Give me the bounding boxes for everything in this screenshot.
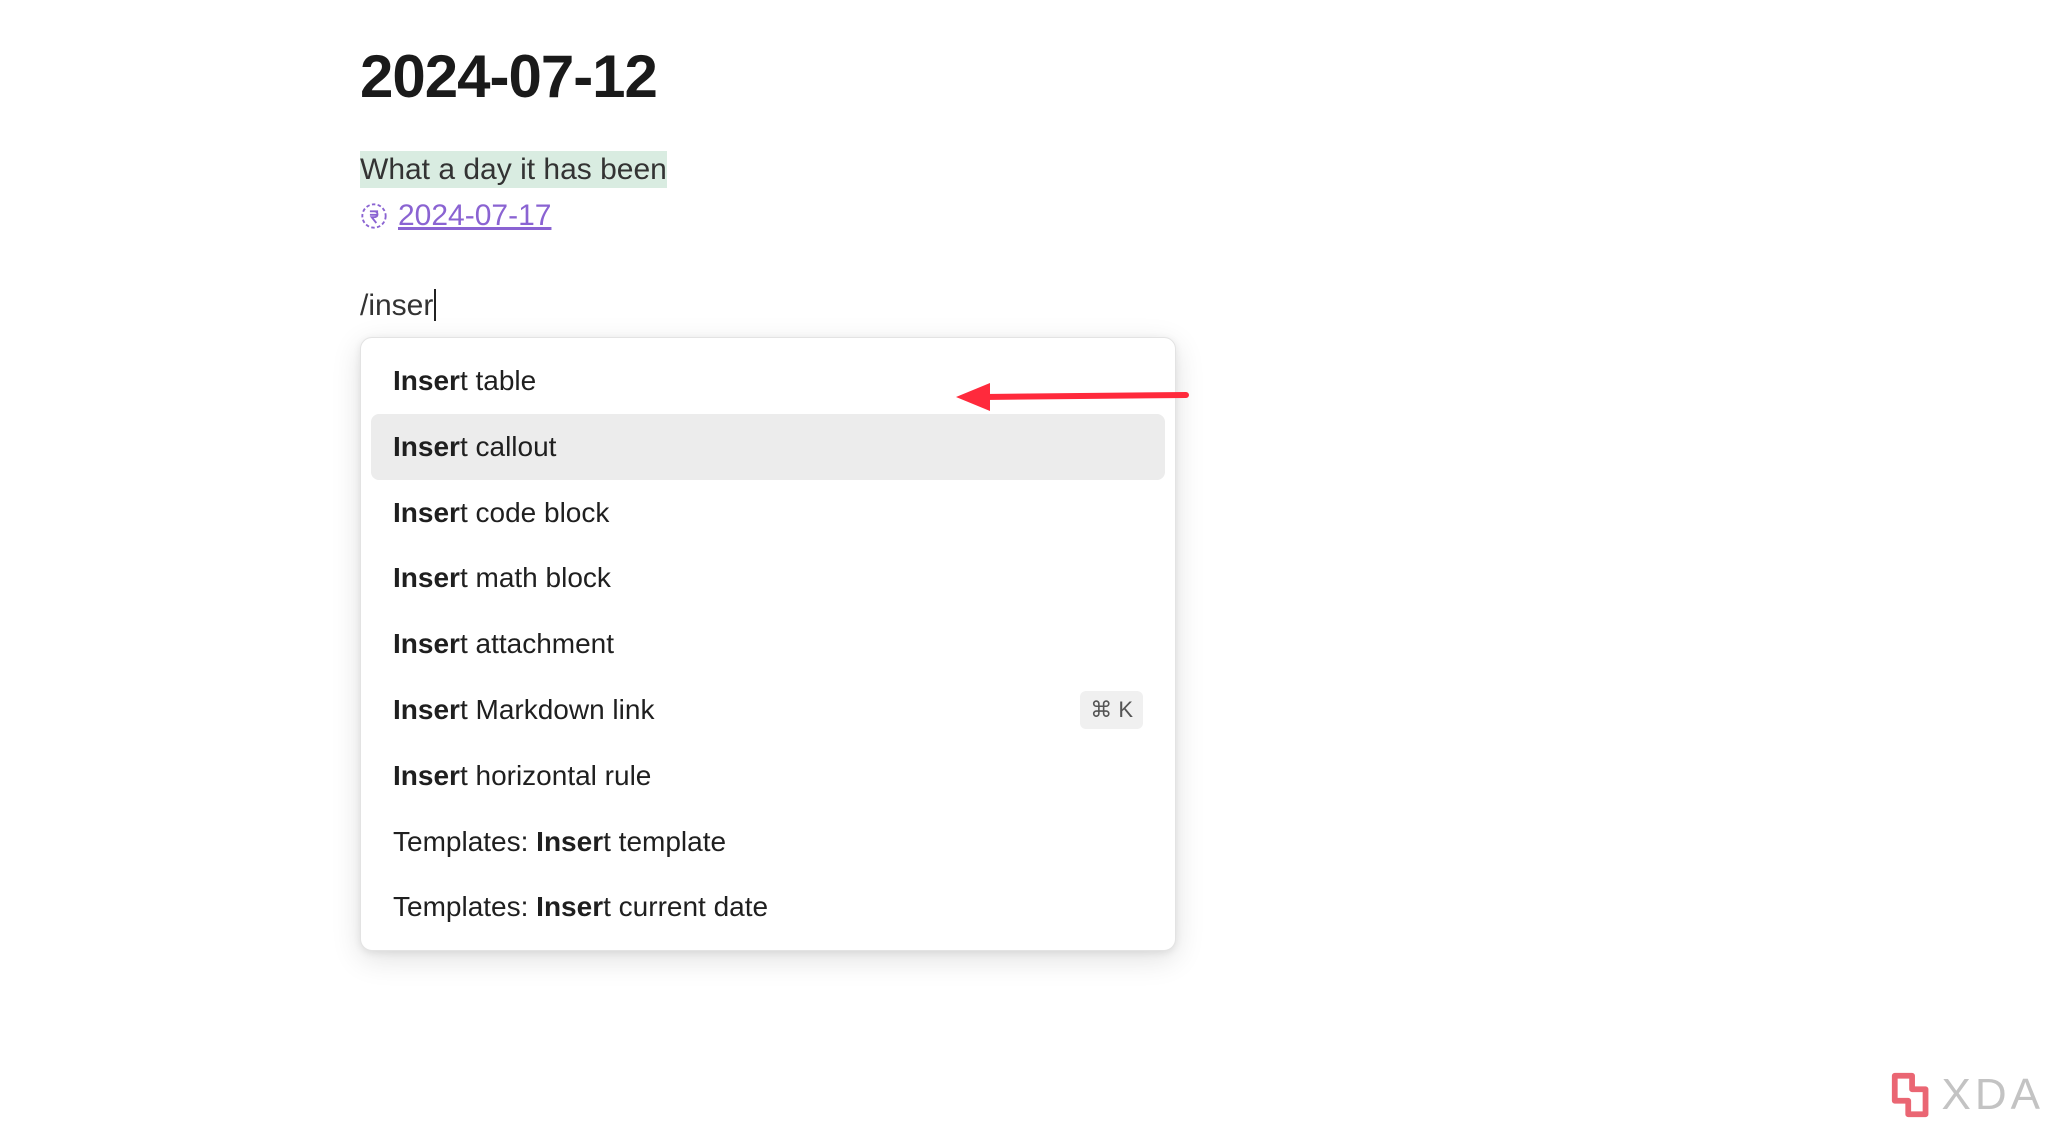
editor-content: 2024-07-12 What a day it has been 2024-0…	[0, 0, 2062, 323]
watermark: XDA	[1888, 1070, 2044, 1120]
menu-item-label: Insert attachment	[393, 625, 614, 663]
menu-item-1[interactable]: Insert callout	[371, 414, 1165, 480]
menu-item-label: Insert Markdown link	[393, 691, 654, 729]
watermark-text: XDA	[1942, 1070, 2044, 1120]
menu-item-7[interactable]: Templates: Insert template	[371, 809, 1165, 875]
menu-item-label: Insert table	[393, 362, 536, 400]
text-cursor	[434, 289, 436, 321]
menu-item-label: Templates: Insert current date	[393, 888, 768, 926]
menu-item-3[interactable]: Insert math block	[371, 545, 1165, 611]
page-title: 2024-07-12	[360, 42, 2062, 111]
command-input-wrapper: /inser Insert tableInsert calloutInsert …	[360, 289, 2062, 323]
watermark-icon	[1888, 1070, 1940, 1120]
menu-item-4[interactable]: Insert attachment	[371, 611, 1165, 677]
command-palette: Insert table Insert callout Insert code bl…	[360, 337, 1176, 951]
menu-item-5[interactable]: Insert Markdown link ⌘ K	[371, 677, 1165, 743]
menu-item-0[interactable]: Insert table	[371, 348, 1165, 414]
slash-text: /inser	[360, 289, 433, 322]
menu-item-label: Insert callout	[393, 428, 556, 466]
keyboard-shortcut: ⌘ K	[1080, 691, 1143, 729]
menu-item-label: Insert horizontal rule	[393, 757, 651, 795]
date-link[interactable]: 2024-07-17	[398, 199, 551, 233]
internal-link-row[interactable]: 2024-07-17	[360, 199, 2062, 233]
menu-item-2[interactable]: Insert code block	[371, 480, 1165, 546]
text-block[interactable]: What a day it has been	[360, 153, 2062, 187]
menu-item-label: Insert code block	[393, 494, 609, 532]
rupee-icon	[360, 202, 388, 230]
menu-item-label: Insert math block	[393, 559, 611, 597]
menu-item-8[interactable]: Templates: Insert current date	[371, 874, 1165, 940]
menu-item-label: Templates: Insert template	[393, 823, 726, 861]
slash-command-input[interactable]: /inser	[360, 289, 436, 323]
highlighted-text: What a day it has been	[360, 151, 667, 188]
menu-item-6[interactable]: Insert horizontal rule	[371, 743, 1165, 809]
